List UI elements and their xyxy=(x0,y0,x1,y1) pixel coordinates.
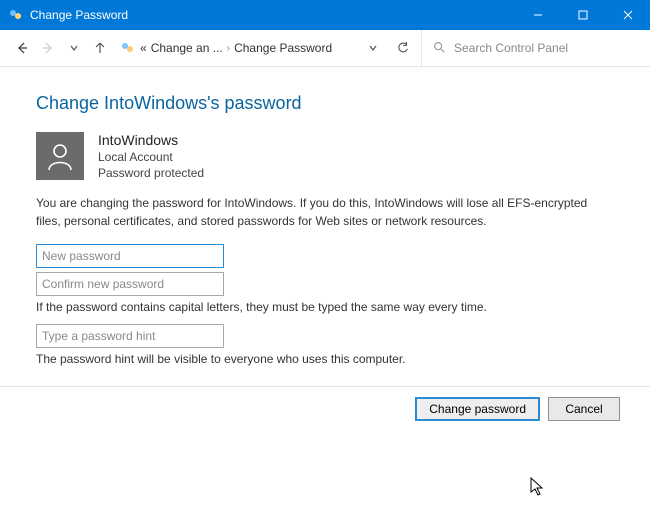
page-heading: Change IntoWindows's password xyxy=(36,93,620,114)
maximize-button[interactable] xyxy=(560,0,605,30)
cursor-icon xyxy=(530,477,546,500)
window-title: Change Password xyxy=(30,8,128,22)
user-accounts-icon xyxy=(120,40,136,56)
recent-locations-button[interactable] xyxy=(62,36,86,60)
caps-note: If the password contains capital letters… xyxy=(36,300,620,314)
breadcrumb[interactable]: « Change an ... › Change Password xyxy=(120,40,332,56)
search-icon xyxy=(432,40,446,57)
breadcrumb-item-1[interactable]: Change an ... xyxy=(151,41,223,55)
password-hint-input[interactable] xyxy=(36,324,224,348)
confirm-password-input[interactable] xyxy=(36,272,224,296)
cancel-button[interactable]: Cancel xyxy=(548,397,620,421)
new-password-input[interactable] xyxy=(36,244,224,268)
divider xyxy=(0,386,650,387)
navigation-bar: « Change an ... › Change Password xyxy=(0,30,650,67)
avatar xyxy=(36,132,84,180)
refresh-button[interactable] xyxy=(391,36,415,60)
account-type: Local Account xyxy=(98,149,204,165)
user-name: IntoWindows xyxy=(98,132,204,148)
address-dropdown-button[interactable] xyxy=(361,36,385,60)
app-icon xyxy=(8,7,24,23)
search-input[interactable] xyxy=(452,40,626,56)
button-row: Change password Cancel xyxy=(36,397,620,421)
close-button[interactable] xyxy=(605,0,650,30)
window-titlebar: Change Password xyxy=(0,0,650,30)
up-button[interactable] xyxy=(88,36,112,60)
forward-button[interactable] xyxy=(36,36,60,60)
change-password-button[interactable]: Change password xyxy=(415,397,540,421)
warning-text: You are changing the password for IntoWi… xyxy=(36,195,596,230)
breadcrumb-item-2[interactable]: Change Password xyxy=(234,41,332,55)
breadcrumb-prefix: « xyxy=(140,41,147,55)
chevron-right-icon: › xyxy=(227,43,230,54)
user-info: IntoWindows Local Account Password prote… xyxy=(98,132,204,181)
password-status: Password protected xyxy=(98,165,204,181)
content-area: Change IntoWindows's password IntoWindow… xyxy=(0,67,650,421)
minimize-button[interactable] xyxy=(515,0,560,30)
user-summary: IntoWindows Local Account Password prote… xyxy=(36,132,620,181)
back-button[interactable] xyxy=(10,36,34,60)
search-box[interactable] xyxy=(421,30,642,66)
hint-note: The password hint will be visible to eve… xyxy=(36,352,620,366)
